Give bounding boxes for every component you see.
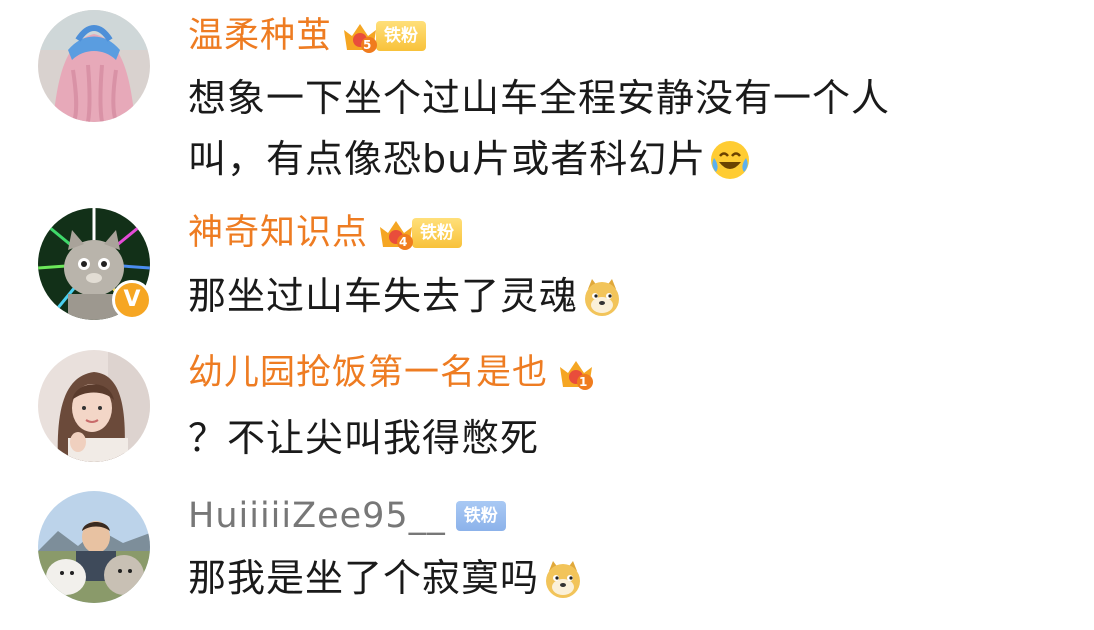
comment-line: 那坐过山车失去了灵魂 bbox=[188, 274, 579, 318]
fan-badge: 铁粉 bbox=[455, 501, 506, 531]
username-row: 幼儿园抢饭第一名是也 1 bbox=[188, 351, 596, 395]
fan-badge: 铁粉 bbox=[376, 21, 427, 51]
username-row: 神奇知识点 4 铁粉 bbox=[188, 211, 463, 255]
doge-emoji bbox=[580, 275, 624, 319]
comment-line: 想象一下坐个过山车全程安静没有一个人 bbox=[188, 76, 891, 120]
comment-line: 叫，有点像恐bu片或者科幻片 bbox=[188, 137, 707, 181]
avatar[interactable] bbox=[38, 10, 150, 122]
username-row: HuiiiiiZee95__ 铁粉 bbox=[188, 494, 506, 538]
username[interactable]: 神奇知识点 bbox=[188, 211, 368, 255]
crown-icon: 5 bbox=[340, 16, 380, 56]
username[interactable]: 幼儿园抢饭第一名是也 bbox=[188, 351, 548, 395]
comment-text: 想象一下坐个过山车全程安静没有一个人 叫，有点像恐bu片或者科幻片 bbox=[188, 68, 1018, 190]
comment-line-with-emoji: 叫，有点像恐bu片或者科幻片 bbox=[188, 129, 1018, 190]
laugh-cry-emoji bbox=[708, 138, 752, 182]
comment-line: 那我是坐了个寂寞吗 bbox=[188, 556, 540, 600]
verified-badge-icon: V bbox=[112, 280, 152, 320]
comment-line: ？不让尖叫我得憋死 bbox=[188, 416, 540, 460]
comment-line-with-emoji: 那坐过山车失去了灵魂 bbox=[188, 266, 1018, 327]
username[interactable]: 温柔种茧 bbox=[188, 14, 332, 58]
crown-level: 4 bbox=[399, 235, 408, 249]
crown-icon: 1 bbox=[556, 353, 596, 393]
crown-icon: 4 bbox=[376, 213, 416, 253]
avatar[interactable] bbox=[38, 350, 150, 462]
fan-badge: 铁粉 bbox=[412, 218, 463, 248]
comment-text: ？不让尖叫我得憋死 bbox=[188, 408, 1018, 469]
crown-level: 1 bbox=[579, 375, 588, 389]
comment-text: 那我是坐了个寂寞吗 bbox=[188, 548, 1018, 609]
doge-emoji bbox=[541, 557, 585, 601]
crown-level: 5 bbox=[363, 38, 372, 52]
avatar[interactable] bbox=[38, 491, 150, 603]
comment-line-with-emoji: 那我是坐了个寂寞吗 bbox=[188, 548, 1018, 609]
username[interactable]: HuiiiiiZee95__ bbox=[188, 494, 446, 538]
comment-text: 那坐过山车失去了灵魂 bbox=[188, 266, 1018, 327]
username-row: 温柔种茧 5 铁粉 bbox=[188, 14, 427, 58]
